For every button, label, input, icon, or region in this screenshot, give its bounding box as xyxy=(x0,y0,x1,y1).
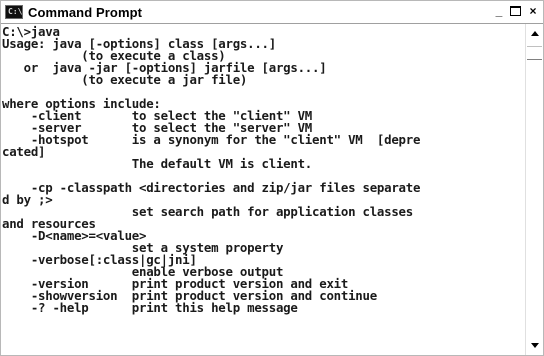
title-bar[interactable]: C:\ Command Prompt _ × xyxy=(1,1,543,24)
console-line: -hotspot is a synonym for the "client" V… xyxy=(30,132,421,147)
minimize-button[interactable]: _ xyxy=(491,4,507,20)
console-line: The default VM is client. xyxy=(131,156,313,171)
command-prompt-window: C:\ Command Prompt _ × C:\>java Usage: j… xyxy=(0,0,544,356)
console-text: C:\>java Usage: java [-options] class [a… xyxy=(1,24,527,314)
arrow-up-icon xyxy=(530,31,539,36)
scroll-thumb[interactable] xyxy=(527,46,542,60)
console-output[interactable]: C:\>java Usage: java [-options] class [a… xyxy=(1,24,527,355)
command-prompt-icon[interactable]: C:\ xyxy=(5,5,23,19)
arrow-down-icon xyxy=(530,343,539,348)
close-button[interactable]: × xyxy=(525,4,541,20)
scroll-down-button[interactable] xyxy=(527,338,542,353)
maximize-button[interactable] xyxy=(510,6,521,16)
vertical-scrollbar[interactable] xyxy=(525,24,543,355)
console-line: -? -help print this help message xyxy=(2,300,298,315)
window-controls: _ × xyxy=(490,4,541,20)
scroll-up-button[interactable] xyxy=(527,26,542,41)
console-line: (to execute a jar file) xyxy=(81,72,248,87)
console-line: -cp -classpath <directories and zip/jar … xyxy=(30,180,421,195)
window-title: Command Prompt xyxy=(28,4,143,20)
